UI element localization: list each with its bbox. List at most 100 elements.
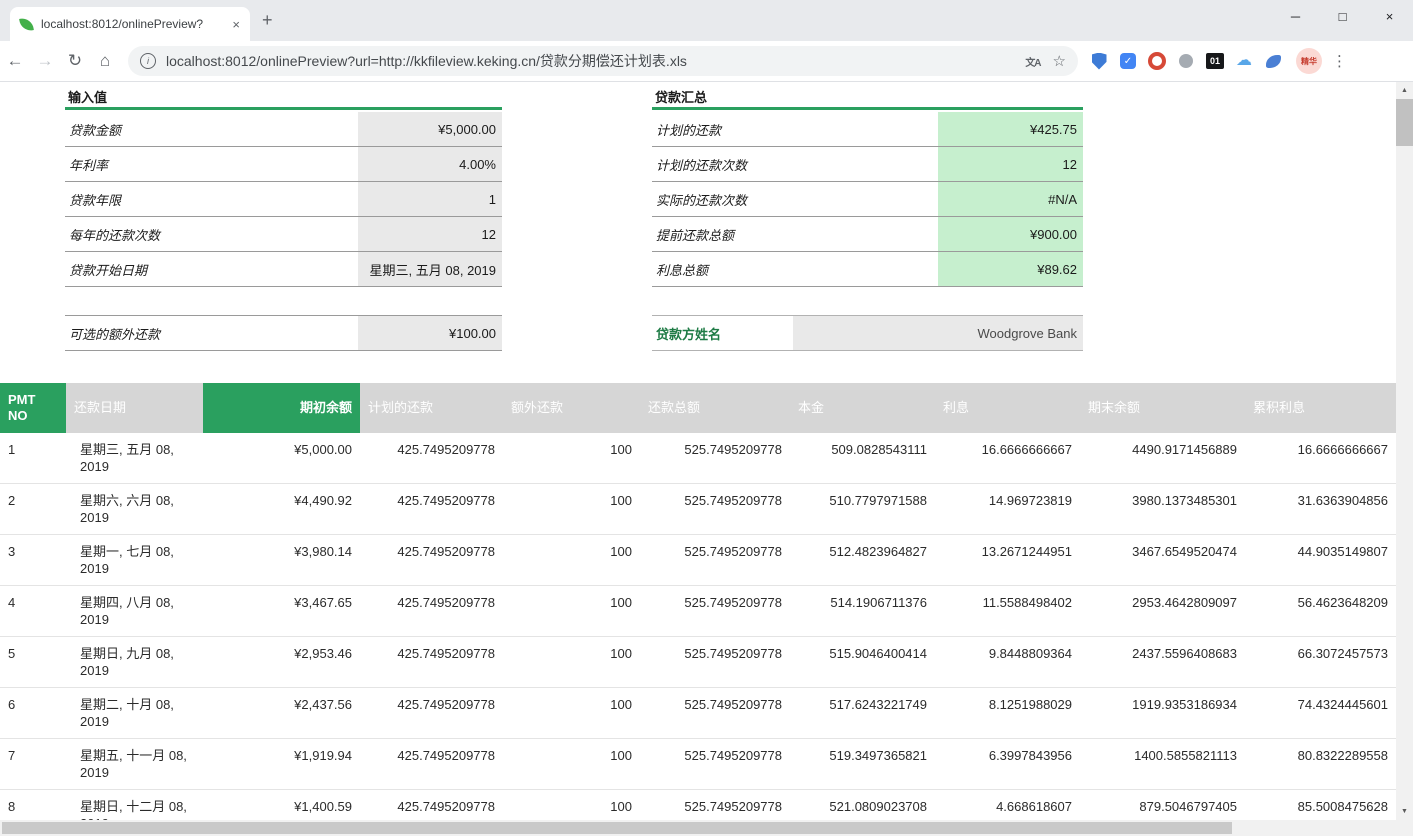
table-cell: ¥4,490.92: [203, 484, 360, 535]
column-header: 本金: [790, 383, 935, 433]
cloud-extension-icon[interactable]: ☁: [1235, 52, 1253, 70]
row-label: 计划的还款: [652, 112, 938, 146]
address-bar[interactable]: i localhost:8012/onlinePreview?url=http:…: [128, 46, 1078, 76]
row-label: 每年的还款次数: [65, 217, 358, 251]
bird-extension-icon[interactable]: [1264, 52, 1282, 70]
row-label: 实际的还款次数: [652, 182, 938, 216]
table-cell: 100: [503, 688, 640, 739]
row-label: 贷款开始日期: [65, 252, 358, 286]
vertical-scrollbar[interactable]: ▲ ▼: [1396, 82, 1413, 820]
table-cell: 5: [0, 637, 66, 688]
amortization-schedule-table: PMT NO还款日期期初余额计划的还款额外还款还款总额本金利息期末余额累积利息 …: [0, 383, 1396, 836]
table-cell: ¥1,919.94: [203, 739, 360, 790]
profile-avatar[interactable]: 精华: [1296, 48, 1322, 74]
table-cell: 14.969723819: [935, 484, 1080, 535]
close-button[interactable]: ×: [1366, 0, 1413, 32]
table-cell: 星期三, 五月 08, 2019: [66, 433, 203, 484]
table-cell: 525.7495209778: [640, 586, 790, 637]
browser-titlebar: localhost:8012/onlinePreview? × + ─ □ ×: [0, 0, 1413, 41]
input-section-underline: [65, 107, 502, 110]
table-cell: 星期五, 十一月 08, 2019: [66, 739, 203, 790]
url-text[interactable]: localhost:8012/onlinePreview?url=http://…: [166, 51, 1013, 71]
table-cell: 514.1906711376: [790, 586, 935, 637]
table-row: 5星期日, 九月 08, 2019¥2,953.46425.7495209778…: [0, 637, 1396, 688]
schedule-table-body: 1星期三, 五月 08, 2019¥5,000.00425.7495209778…: [0, 433, 1396, 836]
table-cell: 425.7495209778: [360, 637, 503, 688]
summary-section-title: 贷款汇总: [655, 87, 707, 106]
sheet-row: 实际的还款次数#N/A: [652, 182, 1083, 217]
table-cell: 525.7495209778: [640, 433, 790, 484]
sheet-row: 贷款金额¥5,000.00: [65, 112, 502, 147]
opera-extension-icon[interactable]: [1148, 52, 1166, 70]
horizontal-scrollbar[interactable]: [0, 820, 1396, 836]
table-cell: 425.7495209778: [360, 739, 503, 790]
translate-icon[interactable]: 文A: [1025, 54, 1040, 69]
table-cell: 3980.1373485301: [1080, 484, 1245, 535]
table-cell: 100: [503, 637, 640, 688]
row-value: 12: [938, 147, 1083, 181]
table-cell: 80.8322289558: [1245, 739, 1396, 790]
gray-extension-icon[interactable]: [1177, 52, 1195, 70]
row-label: 年利率: [65, 147, 358, 181]
table-cell: 2: [0, 484, 66, 535]
table-cell: ¥2,437.56: [203, 688, 360, 739]
table-cell: 3467.6549520474: [1080, 535, 1245, 586]
column-header: PMT NO: [0, 383, 66, 433]
forward-button: →: [30, 51, 60, 71]
badge-01-extension-icon[interactable]: 01: [1206, 52, 1224, 70]
row-label: 贷款金额: [65, 112, 358, 146]
scroll-down-icon[interactable]: ▼: [1396, 803, 1413, 820]
table-cell: 13.2671244951: [935, 535, 1080, 586]
row-value: ¥900.00: [938, 217, 1083, 251]
lender-row: 贷款方姓名 Woodgrove Bank: [652, 315, 1083, 351]
table-cell: 515.9046400414: [790, 637, 935, 688]
table-cell: 100: [503, 484, 640, 535]
row-value: ¥100.00: [358, 316, 502, 350]
table-cell: 星期二, 十月 08, 2019: [66, 688, 203, 739]
table-cell: 星期一, 七月 08, 2019: [66, 535, 203, 586]
table-row: 7星期五, 十一月 08, 2019¥1,919.94425.749520977…: [0, 739, 1396, 790]
home-button[interactable]: ⌂: [90, 51, 120, 71]
horizontal-scroll-thumb[interactable]: [2, 822, 1232, 834]
table-cell: 74.4324445601: [1245, 688, 1396, 739]
page-info-icon[interactable]: i: [140, 53, 156, 69]
table-cell: 512.4823964827: [790, 535, 935, 586]
reload-button[interactable]: ↻: [60, 51, 90, 71]
minimize-button[interactable]: ─: [1272, 0, 1319, 32]
table-cell: 1: [0, 433, 66, 484]
table-cell: 9.8448809364: [935, 637, 1080, 688]
table-cell: 星期六, 六月 08, 2019: [66, 484, 203, 535]
table-cell: 510.7797971588: [790, 484, 935, 535]
table-cell: 100: [503, 433, 640, 484]
table-cell: 100: [503, 739, 640, 790]
table-cell: 星期四, 八月 08, 2019: [66, 586, 203, 637]
column-header: 还款总额: [640, 383, 790, 433]
table-row: 6星期二, 十月 08, 2019¥2,437.56425.7495209778…: [0, 688, 1396, 739]
table-cell: 100: [503, 535, 640, 586]
tab-close-icon[interactable]: ×: [232, 17, 240, 32]
table-cell: 425.7495209778: [360, 535, 503, 586]
sheet-row: 提前还款总额¥900.00: [652, 217, 1083, 252]
row-value: #N/A: [938, 182, 1083, 216]
table-cell: 425.7495209778: [360, 688, 503, 739]
table-cell: 11.5588498402: [935, 586, 1080, 637]
table-cell: 425.7495209778: [360, 484, 503, 535]
bookmark-star-icon[interactable]: ☆: [1053, 52, 1066, 70]
table-cell: 16.6666666667: [935, 433, 1080, 484]
new-tab-button[interactable]: +: [262, 11, 273, 29]
table-cell: 2953.4642809097: [1080, 586, 1245, 637]
check-extension-icon[interactable]: ✓: [1119, 52, 1137, 70]
vertical-scroll-thumb[interactable]: [1396, 99, 1413, 146]
back-button[interactable]: ←: [0, 51, 30, 71]
shield-extension-icon[interactable]: [1090, 52, 1108, 70]
row-value: 12: [358, 217, 502, 251]
table-cell: 4490.9171456889: [1080, 433, 1245, 484]
table-cell: 525.7495209778: [640, 637, 790, 688]
browser-tab[interactable]: localhost:8012/onlinePreview? ×: [10, 7, 250, 41]
column-header: 计划的还款: [360, 383, 503, 433]
scroll-up-icon[interactable]: ▲: [1396, 82, 1413, 99]
column-header: 利息: [935, 383, 1080, 433]
table-cell: 7: [0, 739, 66, 790]
maximize-button[interactable]: □: [1319, 0, 1366, 32]
browser-menu-icon[interactable]: ⋮: [1332, 52, 1347, 70]
